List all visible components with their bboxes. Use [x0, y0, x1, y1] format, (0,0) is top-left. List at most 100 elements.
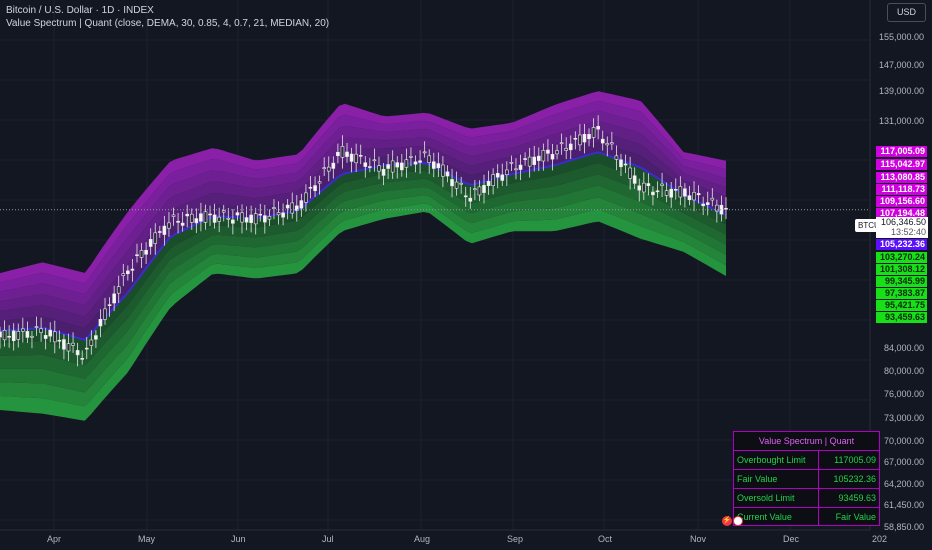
- x-tick-label: Jul: [322, 534, 334, 544]
- y-tick-label: 155,000.00: [878, 32, 924, 42]
- flag-icon[interactable]: [733, 516, 743, 526]
- candle-body: [614, 155, 619, 160]
- candle-body: [491, 174, 495, 186]
- candle-body: [313, 185, 317, 192]
- candle-body: [57, 339, 62, 342]
- candle-body: [427, 155, 432, 163]
- y-tick-label: 131,000.00: [878, 116, 924, 126]
- candle-body: [267, 216, 272, 220]
- current-price-label: 106,346.50 13:52:40: [876, 217, 928, 238]
- table-value: 93459.63: [838, 493, 876, 503]
- candle-body: [482, 185, 486, 193]
- candle-body: [235, 212, 240, 216]
- table-key: Fair Value: [734, 470, 819, 488]
- candle-body: [600, 138, 605, 144]
- y-tick-label: 147,000.00: [878, 60, 924, 70]
- candle-body: [139, 250, 144, 258]
- candle-body: [336, 151, 340, 157]
- overbought-level-label: 113,080.85: [876, 172, 927, 183]
- candle-body: [331, 162, 336, 169]
- candle-body: [628, 167, 632, 179]
- table-key: Oversold Limit: [734, 489, 819, 507]
- candle-body: [431, 161, 436, 169]
- candle-body: [541, 150, 546, 162]
- oversold-level-label: 101,308.12: [876, 264, 927, 275]
- candle-body: [678, 186, 683, 198]
- candle-body: [345, 151, 349, 157]
- candle-body: [326, 166, 331, 172]
- candle-body: [669, 188, 674, 198]
- candle-body: [217, 216, 221, 222]
- candle-body: [500, 174, 505, 181]
- candle-body: [194, 218, 199, 224]
- candle-body: [637, 185, 642, 191]
- x-tick-label: Dec: [783, 534, 800, 544]
- overbought-level-label: 109,156.60: [876, 196, 927, 207]
- candle-body: [84, 347, 89, 350]
- candle-body: [162, 225, 167, 235]
- candle-body: [518, 164, 523, 170]
- table-title: Value Spectrum | Quant: [758, 436, 855, 446]
- x-tick-label: Nov: [690, 534, 707, 544]
- candle-body: [340, 146, 345, 158]
- candle-body: [221, 210, 226, 213]
- indicator-legend[interactable]: Value Spectrum | Quant (close, DEMA, 30,…: [6, 18, 329, 29]
- candle-body: [16, 331, 21, 340]
- candle-body: [651, 191, 655, 196]
- candle-body: [509, 161, 514, 164]
- x-tick-label: May: [138, 534, 156, 544]
- candle-body: [144, 249, 148, 255]
- candle-body: [591, 127, 596, 138]
- x-tick-label: Sep: [507, 534, 524, 544]
- candle-body: [189, 213, 194, 223]
- candle-body: [322, 167, 326, 170]
- candle-body: [573, 137, 578, 140]
- candle-body: [395, 162, 400, 168]
- candle-body: [126, 270, 130, 275]
- candle-body: [39, 328, 43, 333]
- candle-body: [48, 329, 53, 337]
- candle-body: [116, 286, 121, 294]
- candle-body: [94, 335, 98, 340]
- candle-body: [381, 168, 386, 176]
- candle-body: [568, 143, 573, 151]
- candle-body: [7, 335, 11, 338]
- x-tick-label: Jun: [231, 534, 246, 544]
- candle-body: [596, 126, 600, 130]
- candle-body: [240, 212, 244, 223]
- candle-body: [673, 188, 678, 191]
- table-key: Overbought Limit: [734, 451, 819, 469]
- candle-body: [692, 192, 696, 201]
- candle-body: [0, 331, 2, 338]
- candle-body: [62, 339, 66, 350]
- candle-body: [89, 339, 94, 346]
- candle-body: [363, 162, 368, 167]
- candle-body: [495, 173, 500, 178]
- candle-body: [436, 163, 441, 169]
- candle-body: [285, 204, 290, 209]
- candle-body: [130, 268, 135, 271]
- candle-body: [107, 304, 112, 306]
- candle-body: [619, 159, 623, 168]
- candle-body: [253, 213, 258, 225]
- candle-body: [121, 273, 126, 276]
- x-tick-label: 202: [872, 534, 888, 544]
- candle-body: [418, 160, 422, 163]
- candle-body: [450, 179, 454, 187]
- candle-body: [514, 168, 518, 171]
- lightning-icon[interactable]: ⚡: [722, 516, 732, 526]
- candle-body: [272, 207, 276, 209]
- candle-body: [281, 212, 285, 218]
- x-tick-label: Apr: [47, 534, 62, 544]
- candle-body: [249, 214, 253, 223]
- candle-body: [632, 175, 637, 184]
- candle-body: [582, 133, 587, 143]
- candle-body: [523, 158, 527, 160]
- candle-body: [112, 293, 116, 304]
- y-tick-label: 80,000.00: [883, 366, 924, 376]
- symbol-title: Bitcoin / U.S. Dollar · 1D · INDEX: [6, 5, 154, 16]
- currency-button[interactable]: USD: [887, 3, 926, 22]
- overbought-level-label: 111,118.73: [876, 184, 927, 195]
- candle-body: [536, 155, 541, 161]
- candle-body: [75, 350, 80, 356]
